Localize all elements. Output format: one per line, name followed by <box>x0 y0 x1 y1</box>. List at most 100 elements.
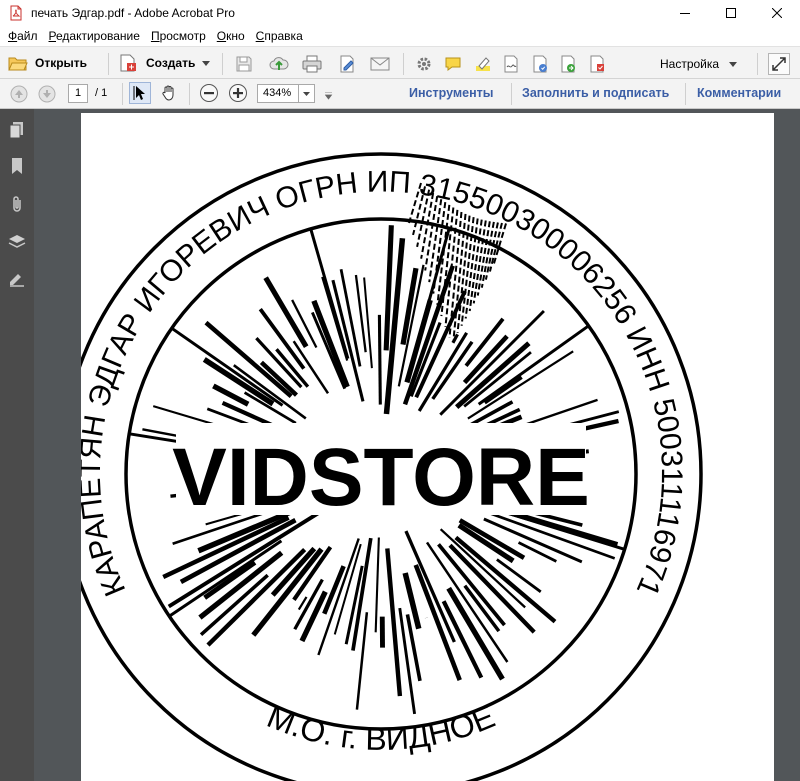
chevron-down-icon <box>303 91 310 96</box>
seal-ray <box>383 225 394 351</box>
bookmarks-button[interactable] <box>8 157 26 175</box>
select-tool-button[interactable] <box>129 82 151 104</box>
hand-icon <box>162 85 174 101</box>
next-page-button[interactable] <box>36 83 58 105</box>
maximize-button[interactable] <box>708 0 754 26</box>
create-button[interactable]: Создать <box>118 51 211 75</box>
toolbar-separator <box>189 83 190 105</box>
zoom-out-button[interactable] <box>198 82 220 104</box>
settings-button[interactable] <box>413 53 435 75</box>
document-export-icon <box>561 55 575 73</box>
pages-icon <box>9 122 23 139</box>
chevron-down-icon <box>202 60 211 66</box>
paperclip-icon <box>13 196 21 212</box>
expand-icon <box>772 57 786 71</box>
edit-document-button[interactable] <box>336 53 358 75</box>
menu-view[interactable]: Просмотр <box>147 29 210 43</box>
page-number-input[interactable]: 1 <box>68 84 88 103</box>
arrow-down-circle-icon <box>38 85 56 103</box>
email-button[interactable] <box>369 53 391 75</box>
sign-document-button[interactable] <box>500 53 522 75</box>
page-total: / 1 <box>95 87 108 99</box>
folder-open-icon <box>8 57 28 71</box>
menu-window[interactable]: Окно <box>213 29 249 43</box>
export-document-button[interactable] <box>557 53 579 75</box>
fill-sign-pane-link[interactable]: Заполнить и подписать <box>522 86 669 100</box>
document-review-icon <box>590 55 604 73</box>
navigation-sidebar <box>0 109 34 781</box>
signatures-button[interactable] <box>8 270 26 288</box>
close-button[interactable] <box>754 0 800 26</box>
menu-file-label: айл <box>17 29 38 43</box>
menu-help[interactable]: Справка <box>252 29 307 43</box>
signature-pen-icon <box>10 274 24 287</box>
menu-edit-label: едактирование <box>56 29 140 43</box>
toolbar-overflow-button[interactable] <box>324 89 333 103</box>
maximize-icon <box>726 8 736 18</box>
seal-spoke <box>477 325 589 406</box>
pdf-page: КАРАПЕТЯН ЭДГАР ИГОРЕВИЧ ОГРН ИП 3155003… <box>81 113 774 781</box>
attachments-button[interactable] <box>8 195 26 213</box>
zoom-in-button[interactable] <box>227 82 249 104</box>
main-toolbar: Открыть Создать Настройка <box>0 46 800 79</box>
document-lock-icon <box>533 55 547 73</box>
seal-ray <box>212 383 250 407</box>
create-pdf-icon <box>120 54 136 72</box>
menu-file-accel: Ф <box>8 29 18 43</box>
tools-pane-link[interactable]: Инструменты <box>409 86 493 100</box>
previous-page-button[interactable] <box>8 83 30 105</box>
menu-view-accel: П <box>150 29 160 43</box>
window-title: печать Эдгар.pdf - Adobe Acrobat Pro <box>31 6 235 20</box>
page-thumbnails-button[interactable] <box>8 121 26 139</box>
seal-center-text: VIDSTORE <box>172 432 590 523</box>
comment-button[interactable] <box>442 53 464 75</box>
comments-pane-link[interactable]: Комментарии <box>697 86 781 100</box>
seal-ray <box>457 523 515 564</box>
navigation-toolbar: 1 / 1 434% Инструменты Заполнить и подпи… <box>0 79 800 109</box>
open-button[interactable]: Открыть <box>8 51 87 75</box>
create-label: Создать <box>146 56 196 70</box>
seal-bottom-text: М.О. г. ВИДНОЕ <box>262 698 499 757</box>
full-screen-button[interactable] <box>768 53 790 75</box>
plus-circle-icon <box>229 84 247 102</box>
toolbar-separator <box>403 53 404 75</box>
edit-document-icon <box>340 55 354 73</box>
toolbar-separator <box>685 83 686 105</box>
secure-document-button[interactable] <box>529 53 551 75</box>
zoom-level-input[interactable]: 434% <box>257 84 299 103</box>
open-label: Открыть <box>35 56 88 70</box>
cursor-arrow-icon <box>133 86 145 100</box>
zoom-dropdown-button[interactable] <box>299 84 315 103</box>
upload-cloud-button[interactable] <box>268 53 290 75</box>
save-button[interactable] <box>233 53 255 75</box>
document-canvas[interactable]: КАРАПЕТЯН ЭДГАР ИГОРЕВИЧ ОГРН ИП 3155003… <box>34 109 800 781</box>
save-icon <box>236 56 252 72</box>
highlight-button[interactable] <box>472 53 494 75</box>
toolbar-separator <box>108 53 109 75</box>
menu-window-accel: О <box>216 29 227 43</box>
gear-icon <box>417 57 431 71</box>
chevron-down-icon <box>729 61 738 67</box>
overflow-chevron-icon <box>324 91 333 100</box>
review-document-button[interactable] <box>586 53 608 75</box>
pdf-file-icon <box>8 5 24 21</box>
hand-tool-button[interactable] <box>158 82 180 104</box>
toolbar-separator <box>757 53 758 75</box>
arrow-up-circle-icon <box>10 85 28 103</box>
print-button[interactable] <box>301 53 323 75</box>
toolbar-separator <box>222 53 223 75</box>
seal-ray <box>458 518 526 560</box>
layers-button[interactable] <box>8 233 26 251</box>
seal-swoosh-stroke <box>493 223 507 264</box>
seal-ray <box>258 308 306 370</box>
menu-help-label: правка <box>264 29 303 43</box>
seal-ray <box>374 537 380 633</box>
customize-button[interactable]: Настройка <box>660 52 738 76</box>
minimize-button[interactable] <box>662 0 708 26</box>
menu-file[interactable]: Файл <box>4 29 42 43</box>
seal-ray <box>377 314 382 405</box>
minimize-icon <box>680 13 690 14</box>
speech-bubble-icon <box>445 57 461 71</box>
minus-circle-icon <box>200 84 218 102</box>
menu-edit[interactable]: Редактирование <box>45 29 144 43</box>
